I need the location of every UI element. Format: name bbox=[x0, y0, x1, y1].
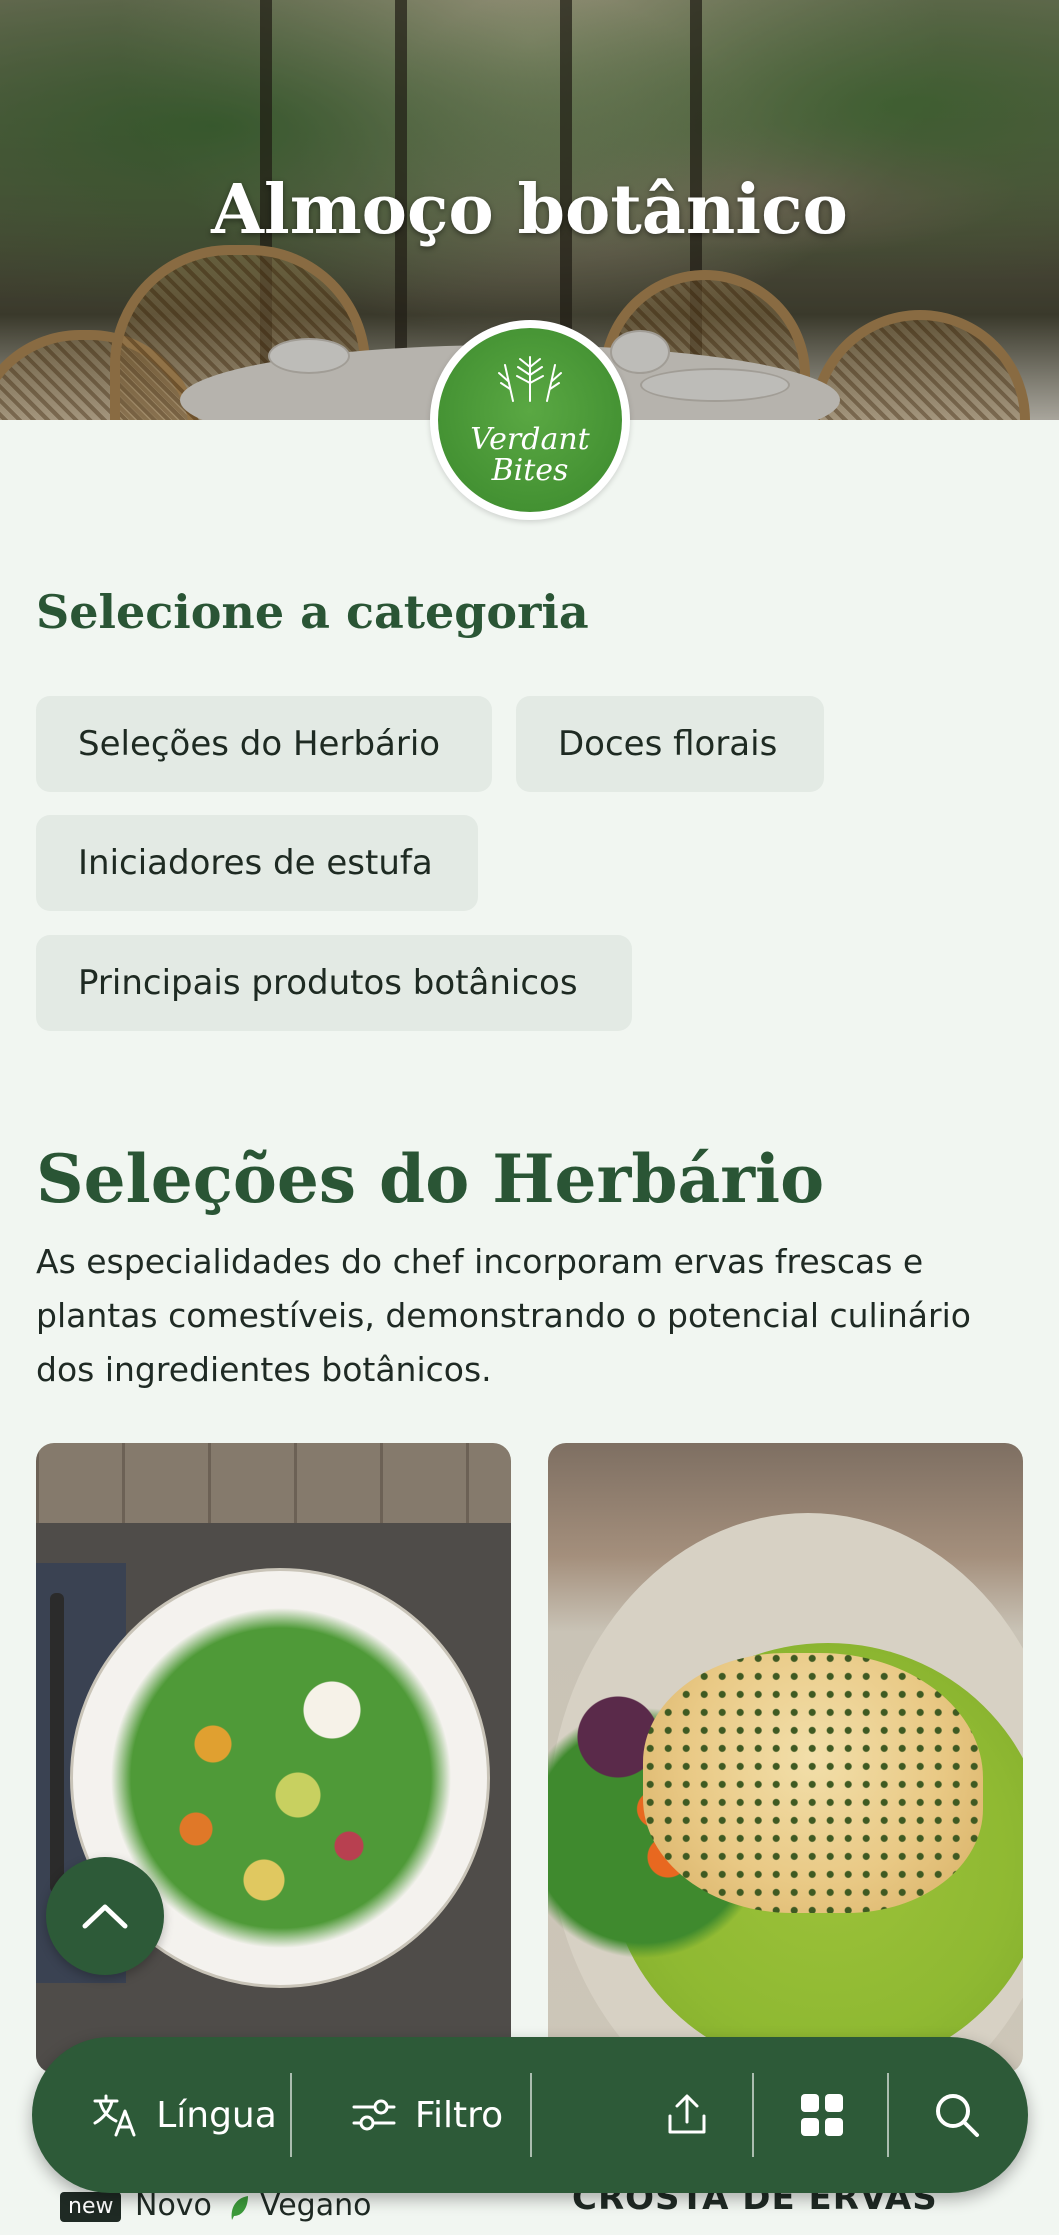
category-chip-doces-florais[interactable]: Doces florais bbox=[516, 696, 824, 792]
logo-badge: Verdant Bites bbox=[438, 328, 622, 512]
filter-icon bbox=[352, 2099, 396, 2131]
search-button[interactable] bbox=[902, 2037, 1012, 2193]
dish-image-salad bbox=[111, 1608, 451, 1948]
category-chip-principais-botanicos[interactable]: Principais produtos botânicos bbox=[36, 935, 632, 1031]
page-title: Almoço botânico bbox=[211, 170, 848, 250]
language-label: Língua bbox=[156, 2094, 277, 2136]
logo-text-verdant: Verdant bbox=[470, 422, 590, 458]
tag-novo: Novo bbox=[135, 2188, 212, 2223]
filter-label: Filtro bbox=[414, 2094, 504, 2136]
chevron-up-icon bbox=[82, 1904, 128, 1929]
category-chip-iniciadores-estufa[interactable]: Iniciadores de estufa bbox=[36, 815, 478, 911]
brand-logo[interactable]: Verdant Bites bbox=[430, 320, 630, 520]
tag-vegano: Vegano bbox=[260, 2188, 372, 2223]
bottom-toolbar: Língua Filtro bbox=[32, 2037, 1028, 2193]
leaf-icon bbox=[231, 2196, 248, 2220]
search-icon bbox=[936, 2094, 979, 2137]
language-button[interactable]: Língua bbox=[72, 2037, 297, 2193]
section-title: Seleções do Herbário bbox=[36, 1140, 825, 1218]
category-heading: Selecione a categoria bbox=[36, 585, 589, 639]
share-button[interactable] bbox=[632, 2037, 742, 2193]
dish-card-herb-crust[interactable] bbox=[548, 1443, 1023, 2073]
grid-view-button[interactable] bbox=[767, 2037, 877, 2193]
grid-icon bbox=[801, 2094, 843, 2136]
translate-icon bbox=[93, 2094, 136, 2137]
herb-sprig-icon bbox=[498, 356, 562, 403]
share-icon bbox=[668, 2094, 706, 2134]
new-badge: new bbox=[60, 2192, 122, 2222]
dish-card-salad[interactable] bbox=[36, 1443, 511, 2073]
section-description: As especialidades do chef incorporam erv… bbox=[36, 1242, 971, 1389]
category-chip-herbario[interactable]: Seleções do Herbário bbox=[36, 696, 492, 792]
scroll-to-top-button[interactable] bbox=[46, 1857, 164, 1975]
dish-image-herb-crust-fish bbox=[643, 1653, 983, 1913]
logo-text-bites: Bites bbox=[491, 453, 569, 489]
filter-button[interactable]: Filtro bbox=[322, 2037, 532, 2193]
